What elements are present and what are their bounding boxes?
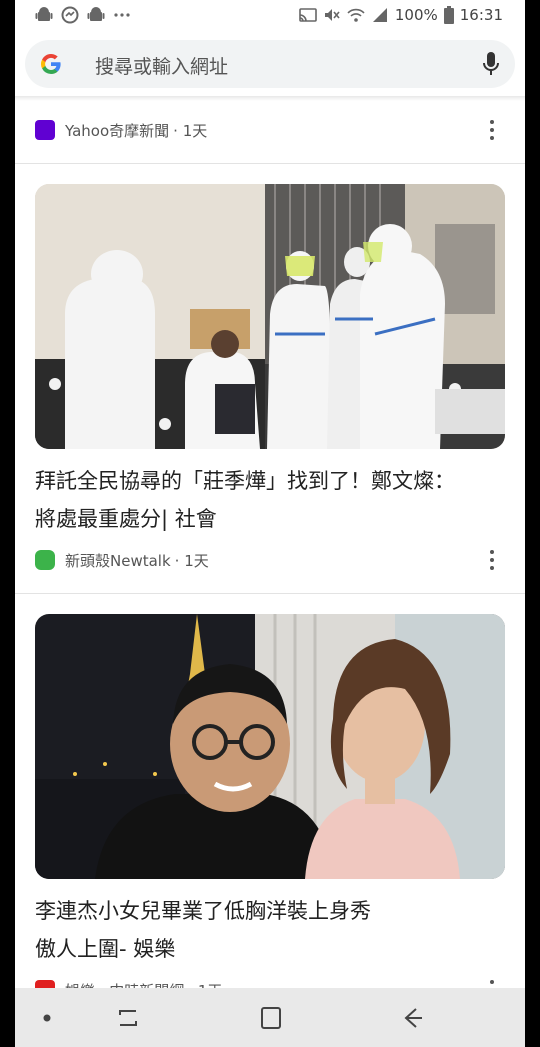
navigation-bar (15, 988, 525, 1047)
headline-line-2: 將處最重處分| 社會 (35, 507, 217, 531)
headline-line-1: 拜託全民協尋的「莊季燁」找到了！鄭文燦： (35, 469, 455, 493)
cast-icon (299, 8, 317, 22)
clock: 16:31 (459, 6, 503, 24)
google-logo (41, 53, 61, 74)
card-source-row: Yahoo奇摩新聞 · 1天 (35, 118, 207, 142)
mic-icon[interactable] (481, 51, 501, 77)
yahoo-icon (35, 120, 55, 140)
recents-icon[interactable] (115, 1006, 141, 1030)
source-name: 新頭殼Newtalk (65, 551, 171, 570)
screen: 100% 16:31 搜尋或輸入網址 Yahoo奇摩新聞 · 1天 拜託全民協尋… (15, 0, 525, 1047)
nav-dot-icon[interactable] (35, 1006, 59, 1030)
battery-percent: 100% (394, 6, 438, 24)
source-age: · 1天 (174, 551, 209, 570)
mute-icon (324, 9, 340, 21)
search-input[interactable]: 搜尋或輸入網址 (95, 52, 228, 79)
news-photo-portrait (35, 614, 505, 879)
news-headline[interactable]: 拜託全民協尋的「莊季燁」找到了！鄭文燦： 將處最重處分| 社會 (35, 462, 505, 538)
card-source-row: 新頭殼Newtalk · 1天 (35, 548, 209, 572)
status-right: 100% 16:31 (299, 6, 503, 24)
back-icon[interactable] (400, 1006, 426, 1030)
status-bar: 100% 16:31 (15, 0, 525, 32)
search-bar[interactable]: 搜尋或輸入網址 (25, 40, 515, 88)
news-image[interactable] (35, 614, 505, 879)
kebab-menu-icon[interactable] (489, 120, 495, 140)
source-age: · 1天 (173, 121, 208, 140)
kebab-menu-icon[interactable] (489, 550, 495, 570)
status-left (35, 6, 131, 24)
newtalk-icon (35, 550, 55, 570)
messenger-icon (61, 6, 79, 24)
news-photo-quarantine (35, 184, 505, 449)
wifi-icon (347, 8, 365, 22)
signal-icon (372, 8, 387, 22)
more-notifications-icon (114, 13, 130, 17)
news-headline[interactable]: 李連杰小女兒畢業了低胸洋裝上身秀 傲人上圍- 娛樂 (35, 892, 505, 968)
android-icon (35, 7, 53, 21)
headline-line-1: 李連杰小女兒畢業了低胸洋裝上身秀 (35, 899, 371, 923)
news-image[interactable] (35, 184, 505, 449)
divider (15, 593, 525, 594)
home-icon[interactable] (258, 1006, 284, 1030)
divider (15, 163, 525, 164)
battery-icon (443, 6, 454, 24)
source-name: Yahoo奇摩新聞 (65, 121, 170, 140)
android-icon (87, 7, 105, 21)
header-shadow (15, 96, 525, 101)
headline-line-2: 傲人上圍- 娛樂 (35, 937, 176, 961)
